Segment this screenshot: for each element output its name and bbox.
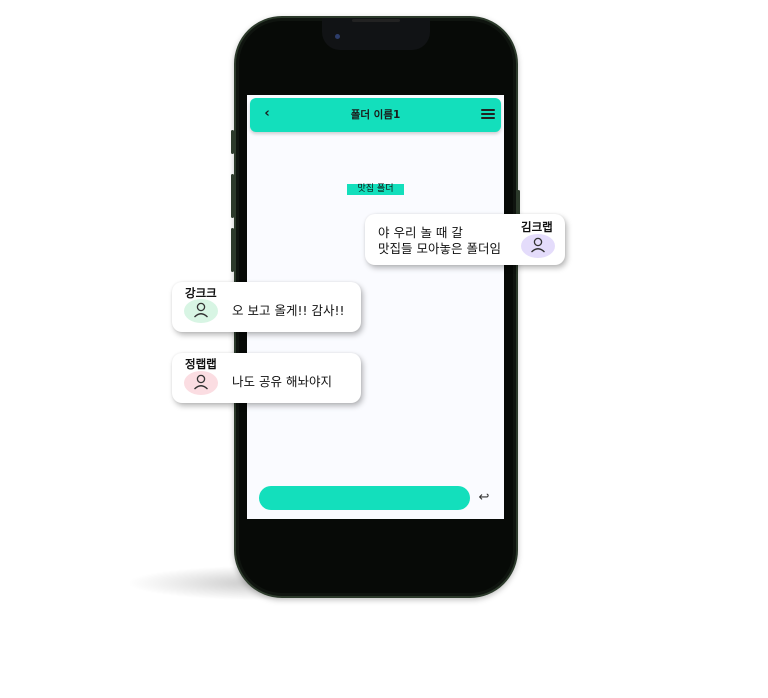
avatar [184, 299, 218, 323]
avatar [521, 234, 555, 258]
menu-button[interactable] [481, 107, 495, 123]
phone-camera [335, 34, 340, 39]
phone-speaker [352, 19, 400, 22]
message-line-2: 맛집들 모아놓은 폴더임 [378, 241, 501, 256]
chat-bubble-2: 강크크 오 보고 올게!! 감사!! [172, 282, 361, 332]
user-icon [194, 302, 208, 318]
hamburger-menu-icon [481, 109, 495, 119]
message-input[interactable] [259, 486, 470, 510]
message-text: 오 보고 올게!! 감사!! [232, 303, 345, 318]
page-title: 폴더 이름1 [350, 109, 401, 121]
chat-bubble-3: 정랩랩 나도 공유 해놔야지 [172, 353, 361, 403]
back-button[interactable]: ‹ [258, 104, 276, 124]
phone-silent-switch [231, 130, 234, 154]
return-arrow-icon: ↩ [478, 490, 490, 505]
send-button[interactable]: ↩ [476, 489, 492, 507]
chat-bubble-1: 야 우리 놀 때 갈 맛집들 모아놓은 폴더임 김크랩 [365, 214, 565, 265]
message-text: 나도 공유 해놔야지 [232, 374, 332, 389]
folder-tag: 맛집 폴더 [347, 184, 404, 195]
user-icon [194, 374, 208, 390]
sender-name: 김크랩 [521, 220, 553, 234]
chevron-left-icon: ‹ [264, 106, 270, 121]
phone-volume-down-button [231, 228, 234, 272]
user-icon [531, 237, 545, 253]
avatar [184, 371, 218, 395]
top-bar: ‹ 폴더 이름1 [250, 98, 501, 132]
message-line-1: 야 우리 놀 때 갈 [378, 225, 463, 240]
sender-name: 정랩랩 [185, 357, 217, 371]
phone-volume-up-button [231, 174, 234, 218]
